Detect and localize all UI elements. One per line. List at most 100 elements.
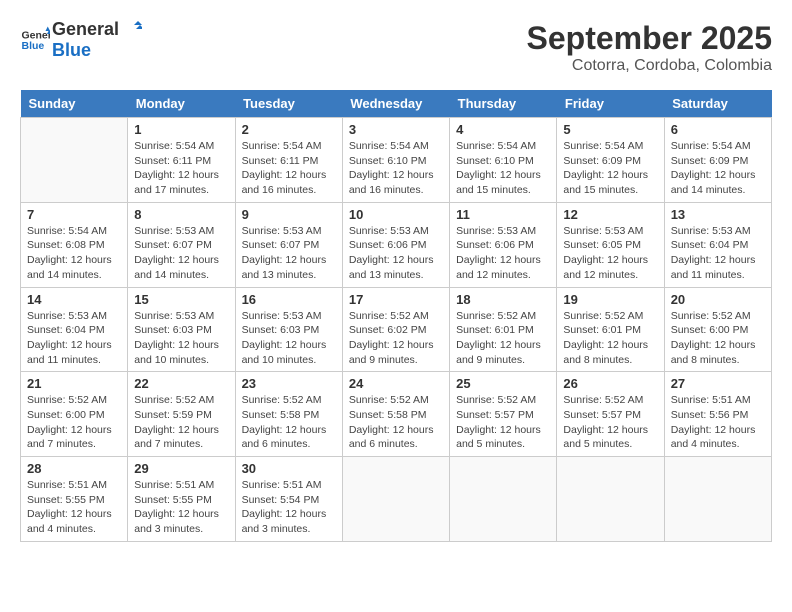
- week-row-1: 1 Sunrise: 5:54 AM Sunset: 6:11 PM Daylig…: [21, 118, 772, 203]
- day-info: Sunrise: 5:53 AM Sunset: 6:03 PM Dayligh…: [242, 309, 336, 368]
- day-info: Sunrise: 5:53 AM Sunset: 6:05 PM Dayligh…: [563, 224, 657, 283]
- header-sunday: Sunday: [21, 90, 128, 118]
- day-number: 30: [242, 461, 336, 476]
- day-cell: 13 Sunrise: 5:53 AM Sunset: 6:04 PM Dayli…: [664, 202, 771, 287]
- day-info: Sunrise: 5:54 AM Sunset: 6:08 PM Dayligh…: [27, 224, 121, 283]
- week-row-4: 21 Sunrise: 5:52 AM Sunset: 6:00 PM Dayli…: [21, 372, 772, 457]
- day-number: 18: [456, 292, 550, 307]
- day-cell: 28Sunrise: 5:51 AM Sunset: 5:55 PM Dayli…: [21, 457, 128, 542]
- day-number: 13: [671, 207, 765, 222]
- calendar-table: SundayMondayTuesdayWednesdayThursdayFrid…: [20, 90, 772, 542]
- day-info: Sunrise: 5:52 AM Sunset: 5:57 PM Dayligh…: [563, 393, 657, 452]
- week-row-5: 28 Sunrise: 5:51 AM Sunset: 5:55 PM Dayli…: [21, 457, 772, 542]
- header-row: SundayMondayTuesdayWednesdayThursdayFrid…: [21, 90, 772, 118]
- day-cell: 15Sunrise: 5:53 AM Sunset: 6:03 PM Dayli…: [128, 287, 235, 372]
- day-number: 23: [242, 376, 336, 391]
- day-number: 9: [242, 207, 336, 222]
- day-number: 7: [27, 207, 121, 222]
- day-info: Sunrise: 5:52 AM Sunset: 6:01 PM Dayligh…: [563, 309, 657, 368]
- day-cell: 29 Sunrise: 5:51 AM Sunset: 5:55 PM Dayli…: [128, 457, 235, 542]
- title-block: September 2025 Cotorra, Cordoba, Colombi…: [527, 20, 772, 75]
- svg-text:Blue: Blue: [22, 40, 45, 52]
- day-info: Sunrise: 5:53 AM Sunset: 6:04 PM Dayligh…: [671, 224, 765, 283]
- location: Cotorra, Cordoba, Colombia: [527, 57, 772, 75]
- day-cell: 23Sunrise: 5:52 AM Sunset: 5:58 PM Dayli…: [235, 372, 342, 457]
- day-info: Sunrise: 5:53 AM Sunset: 6:03 PM Dayligh…: [134, 309, 228, 368]
- day-cell: [342, 457, 449, 542]
- day-cell: 2Sunrise: 5:54 AM Sunset: 6:11 PM Daylig…: [235, 118, 342, 203]
- day-number: 14: [27, 292, 121, 307]
- day-number: 10: [349, 207, 443, 222]
- day-cell: 7 Sunrise: 5:54 AM Sunset: 6:08 PM Daylig…: [21, 202, 128, 287]
- day-cell: 1 Sunrise: 5:54 AM Sunset: 6:11 PM Daylig…: [128, 118, 235, 203]
- day-number: 20: [671, 292, 765, 307]
- day-info: Sunrise: 5:52 AM Sunset: 5:58 PM Dayligh…: [349, 393, 443, 452]
- day-cell: 19 Sunrise: 5:52 AM Sunset: 6:01 PM Dayli…: [557, 287, 664, 372]
- day-cell: 8Sunrise: 5:53 AM Sunset: 6:07 PM Daylig…: [128, 202, 235, 287]
- day-cell: 9 Sunrise: 5:53 AM Sunset: 6:07 PM Daylig…: [235, 202, 342, 287]
- day-cell: 17 Sunrise: 5:52 AM Sunset: 6:02 PM Dayli…: [342, 287, 449, 372]
- day-cell: 4Sunrise: 5:54 AM Sunset: 6:10 PM Daylig…: [450, 118, 557, 203]
- day-cell: 6 Sunrise: 5:54 AM Sunset: 6:09 PM Daylig…: [664, 118, 771, 203]
- day-number: 16: [242, 292, 336, 307]
- week-row-3: 14 Sunrise: 5:53 AM Sunset: 6:04 PM Dayli…: [21, 287, 772, 372]
- day-number: 26: [563, 376, 657, 391]
- header-wednesday: Wednesday: [342, 90, 449, 118]
- day-cell: 27 Sunrise: 5:51 AM Sunset: 5:56 PM Dayli…: [664, 372, 771, 457]
- day-cell: 5 Sunrise: 5:54 AM Sunset: 6:09 PM Daylig…: [557, 118, 664, 203]
- day-cell: 12 Sunrise: 5:53 AM Sunset: 6:05 PM Dayli…: [557, 202, 664, 287]
- day-info: Sunrise: 5:52 AM Sunset: 5:59 PM Dayligh…: [134, 393, 228, 452]
- day-number: 29: [134, 461, 228, 476]
- day-number: 12: [563, 207, 657, 222]
- day-cell: 16 Sunrise: 5:53 AM Sunset: 6:03 PM Dayli…: [235, 287, 342, 372]
- day-info: Sunrise: 5:53 AM Sunset: 6:04 PM Dayligh…: [27, 309, 121, 368]
- day-number: 28: [27, 461, 121, 476]
- day-cell: 14 Sunrise: 5:53 AM Sunset: 6:04 PM Dayli…: [21, 287, 128, 372]
- header-monday: Monday: [128, 90, 235, 118]
- day-info: Sunrise: 5:51 AM Sunset: 5:55 PM Dayligh…: [134, 478, 228, 537]
- day-number: 25: [456, 376, 550, 391]
- day-number: 3: [349, 122, 443, 137]
- day-number: 21: [27, 376, 121, 391]
- day-cell: [450, 457, 557, 542]
- month-title: September 2025: [527, 20, 772, 57]
- day-info: Sunrise: 5:52 AM Sunset: 6:02 PM Dayligh…: [349, 309, 443, 368]
- header-thursday: Thursday: [450, 90, 557, 118]
- day-info: Sunrise: 5:51 AM Sunset: 5:56 PM Dayligh…: [671, 393, 765, 452]
- day-cell: [664, 457, 771, 542]
- day-info: Sunrise: 5:52 AM Sunset: 6:00 PM Dayligh…: [671, 309, 765, 368]
- day-number: 11: [456, 207, 550, 222]
- day-info: Sunrise: 5:51 AM Sunset: 5:54 PM Dayligh…: [242, 478, 336, 537]
- day-info: Sunrise: 5:52 AM Sunset: 6:00 PM Dayligh…: [27, 393, 121, 452]
- day-info: Sunrise: 5:54 AM Sunset: 6:09 PM Dayligh…: [671, 139, 765, 198]
- day-cell: 11Sunrise: 5:53 AM Sunset: 6:06 PM Dayli…: [450, 202, 557, 287]
- day-info: Sunrise: 5:54 AM Sunset: 6:09 PM Dayligh…: [563, 139, 657, 198]
- day-info: Sunrise: 5:52 AM Sunset: 5:57 PM Dayligh…: [456, 393, 550, 452]
- day-number: 27: [671, 376, 765, 391]
- day-info: Sunrise: 5:52 AM Sunset: 6:01 PM Dayligh…: [456, 309, 550, 368]
- day-info: Sunrise: 5:53 AM Sunset: 6:07 PM Dayligh…: [134, 224, 228, 283]
- day-cell: 25 Sunrise: 5:52 AM Sunset: 5:57 PM Dayli…: [450, 372, 557, 457]
- day-number: 5: [563, 122, 657, 137]
- day-number: 22: [134, 376, 228, 391]
- day-cell: 30 Sunrise: 5:51 AM Sunset: 5:54 PM Dayli…: [235, 457, 342, 542]
- page-header: General Blue General Blue September 2025…: [20, 20, 772, 75]
- day-info: Sunrise: 5:53 AM Sunset: 6:06 PM Dayligh…: [349, 224, 443, 283]
- day-cell: 18 Sunrise: 5:52 AM Sunset: 6:01 PM Dayli…: [450, 287, 557, 372]
- day-number: 2: [242, 122, 336, 137]
- logo: General Blue General Blue: [20, 20, 142, 61]
- day-cell: 3Sunrise: 5:54 AM Sunset: 6:10 PM Daylig…: [342, 118, 449, 203]
- logo-general: General: [52, 19, 119, 39]
- day-cell: 21 Sunrise: 5:52 AM Sunset: 6:00 PM Dayli…: [21, 372, 128, 457]
- day-number: 17: [349, 292, 443, 307]
- logo-bird-icon: [124, 21, 142, 39]
- day-number: 1: [134, 122, 228, 137]
- day-number: 6: [671, 122, 765, 137]
- day-number: 19: [563, 292, 657, 307]
- day-number: 4: [456, 122, 550, 137]
- day-cell: 20 Sunrise: 5:52 AM Sunset: 6:00 PM Dayli…: [664, 287, 771, 372]
- day-info: Sunrise: 5:53 AM Sunset: 6:07 PM Dayligh…: [242, 224, 336, 283]
- day-cell: 26 Sunrise: 5:52 AM Sunset: 5:57 PM Dayli…: [557, 372, 664, 457]
- day-info: Sunrise: 5:54 AM Sunset: 6:11 PM Dayligh…: [134, 139, 228, 198]
- day-cell: 22 Sunrise: 5:52 AM Sunset: 5:59 PM Dayli…: [128, 372, 235, 457]
